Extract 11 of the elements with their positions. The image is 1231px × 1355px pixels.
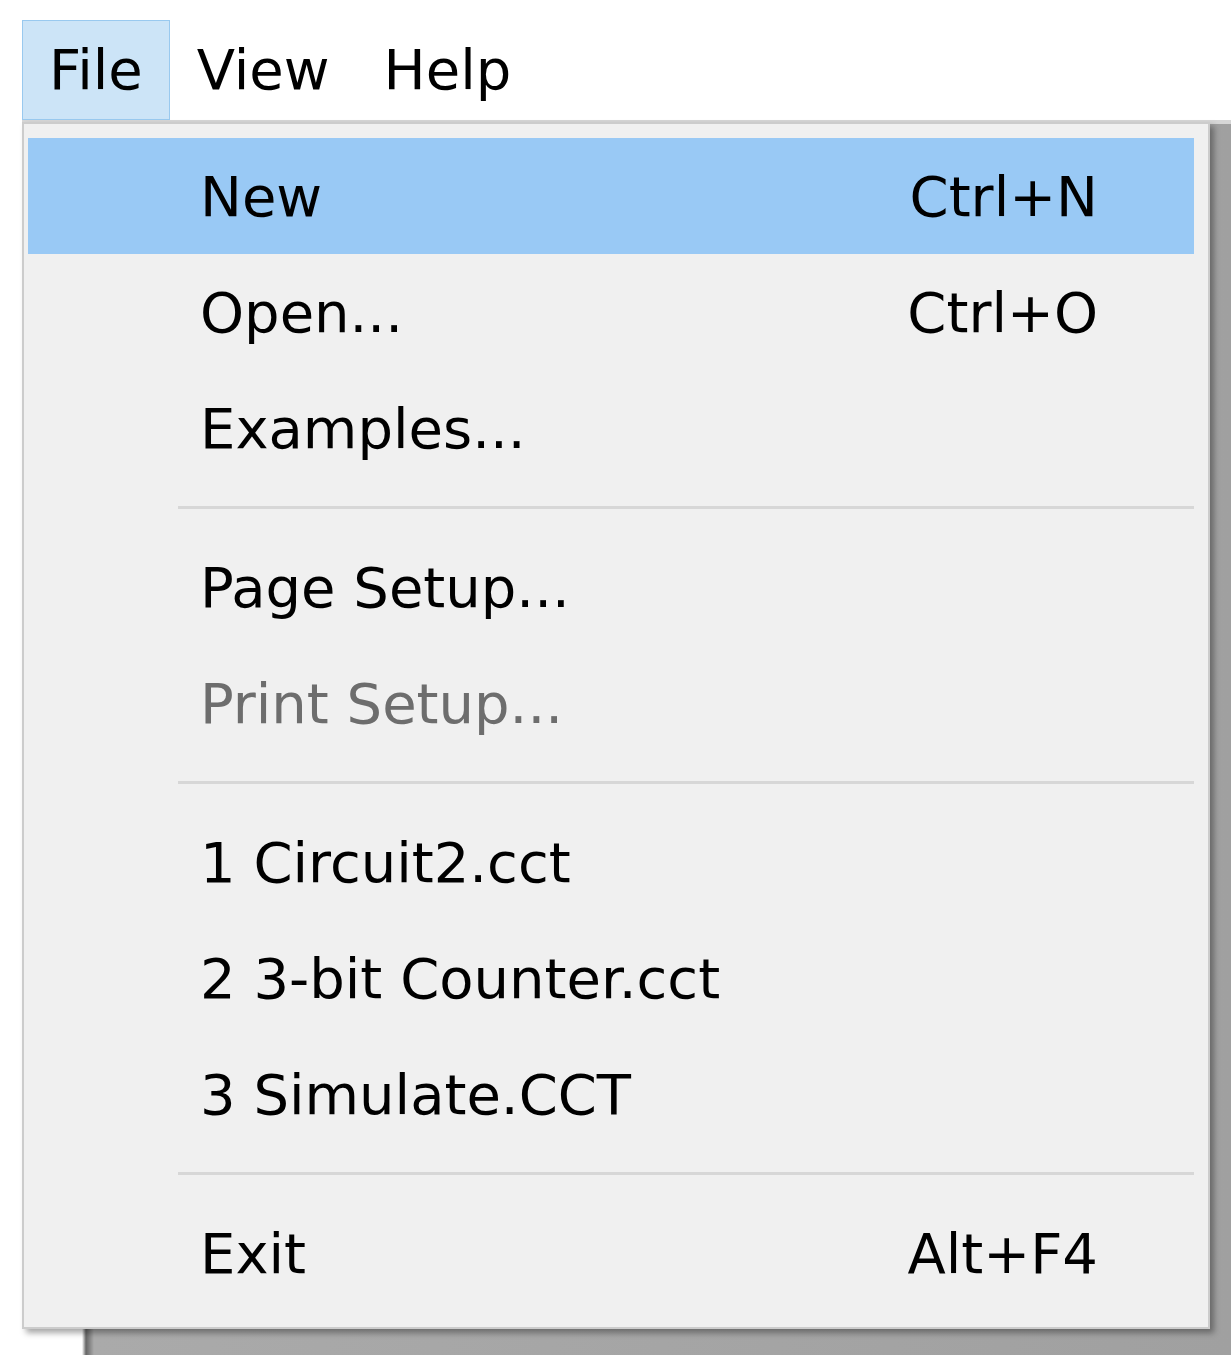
menu-item[interactable]: Page Setup... xyxy=(28,529,1194,645)
menu-bar-item[interactable]: View xyxy=(169,20,357,120)
menu-item[interactable]: 2 3-bit Counter.cct xyxy=(28,920,1194,1036)
menu-bar-item[interactable]: Help xyxy=(356,20,539,120)
menu-item[interactable]: Open... Ctrl+O xyxy=(28,254,1194,370)
menu-item[interactable]: Exit Alt+F4 xyxy=(28,1195,1194,1311)
menu-item[interactable]: Examples... xyxy=(28,370,1194,486)
menu-bar-item[interactable]: File xyxy=(22,20,170,120)
menu-item[interactable]: New Ctrl+N xyxy=(28,138,1194,254)
menu-item[interactable]: 1 Circuit2.cct xyxy=(28,804,1194,920)
menu-item[interactable]: 3 Simulate.CCT xyxy=(28,1036,1194,1152)
